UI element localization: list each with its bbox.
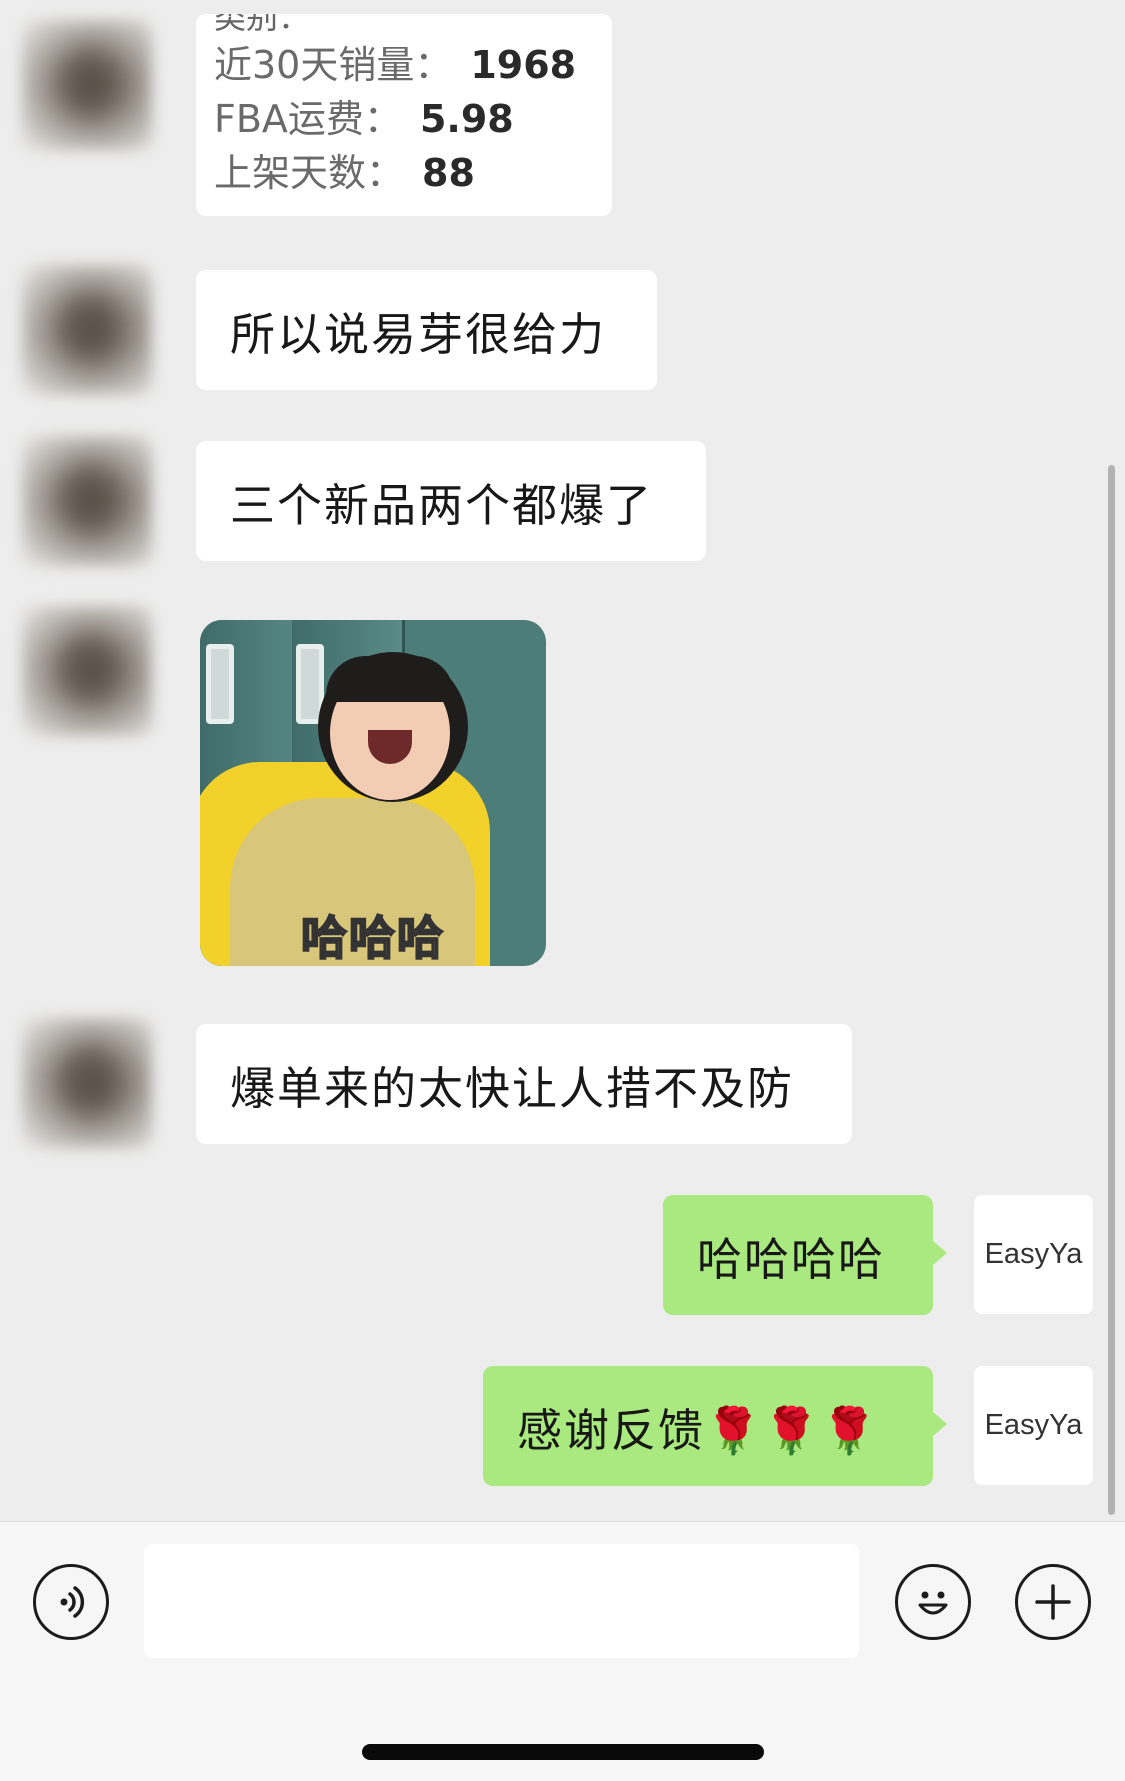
- contact-avatar[interactable]: [22, 20, 152, 150]
- stat-label: 近30天销量：: [214, 43, 453, 87]
- stat-label: FBA运费：: [214, 97, 402, 141]
- emoji-button[interactable]: [895, 1564, 971, 1640]
- laughing-sticker[interactable]: 哈哈哈: [200, 620, 546, 966]
- avatar-logo-text: EasyYa: [984, 1409, 1083, 1441]
- stat-row-listing-days: 上架天数： 88: [214, 142, 475, 197]
- plus-icon: [1035, 1584, 1071, 1620]
- incoming-message[interactable]: 爆单来的太快让人措不及防: [196, 1024, 852, 1144]
- message-input[interactable]: [144, 1544, 859, 1658]
- contact-avatar[interactable]: [22, 265, 152, 395]
- stat-value: 5.98: [419, 97, 514, 141]
- chat-message-list[interactable]: 类别： 近30天销量： 1968 FBA运费： 5.98 上架天数： 88 所以说易芽…: [0, 0, 1125, 1521]
- stat-label: 上架天数：: [214, 151, 405, 195]
- outgoing-message[interactable]: 哈哈哈哈: [663, 1195, 947, 1315]
- scrollbar[interactable]: [1108, 465, 1115, 1515]
- message-text: 感谢反馈🌹🌹🌹: [517, 1403, 880, 1457]
- voice-button[interactable]: [33, 1564, 109, 1640]
- stat-row-fba-fee: FBA运费： 5.98: [214, 88, 514, 143]
- message-text: 爆单来的太快让人措不及防: [230, 1061, 795, 1115]
- emoji-icon: [918, 1591, 948, 1615]
- message-text: 三个新品两个都爆了: [230, 478, 654, 532]
- outgoing-message[interactable]: 感谢反馈🌹🌹🌹: [483, 1366, 947, 1486]
- contact-avatar[interactable]: [22, 436, 152, 566]
- sticker-door-handle: [206, 644, 234, 724]
- incoming-message[interactable]: 三个新品两个都爆了: [196, 441, 706, 561]
- stat-value: 88: [422, 151, 475, 195]
- plus-button[interactable]: [1015, 1564, 1091, 1640]
- my-avatar[interactable]: EasyYa: [974, 1195, 1093, 1314]
- my-avatar[interactable]: EasyYa: [974, 1366, 1093, 1485]
- stat-value: 1968: [470, 43, 577, 87]
- voice-icon: [60, 1586, 85, 1618]
- sticker-bangs: [326, 656, 454, 702]
- avatar-logo-text: EasyYa: [984, 1238, 1083, 1270]
- sticker-caption: 哈哈哈: [300, 910, 445, 966]
- incoming-message[interactable]: 所以说易芽很给力: [196, 270, 657, 390]
- contact-avatar[interactable]: [22, 1018, 152, 1148]
- contact-avatar[interactable]: [22, 606, 152, 736]
- message-text: 哈哈哈哈: [697, 1232, 886, 1286]
- stat-row-sales: 近30天销量： 1968: [214, 34, 576, 89]
- home-indicator[interactable]: [362, 1744, 764, 1760]
- input-bar: [0, 1521, 1125, 1781]
- message-text: 所以说易芽很给力: [230, 307, 607, 361]
- product-stats-card[interactable]: 类别： 近30天销量： 1968 FBA运费： 5.98 上架天数： 88: [196, 14, 612, 216]
